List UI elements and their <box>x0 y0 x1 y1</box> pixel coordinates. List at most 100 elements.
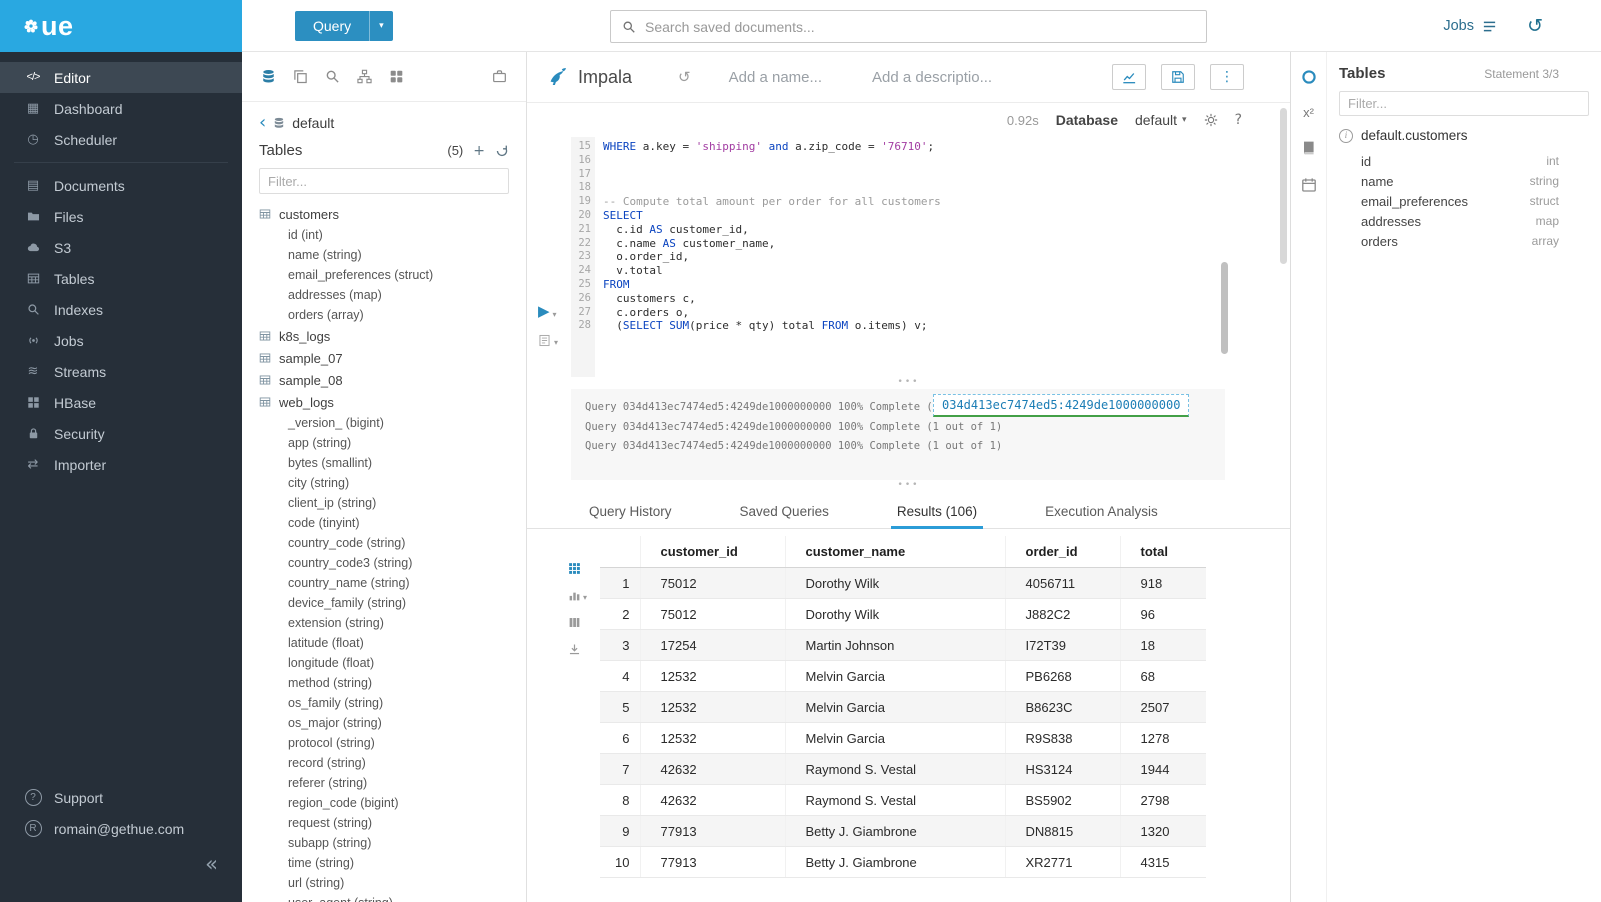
sidebar-item-importer[interactable]: ⇄Importer <box>0 449 242 480</box>
assist-column[interactable]: orders (array) <box>259 305 509 325</box>
documents-source-icon[interactable] <box>293 69 308 84</box>
sidebar-item-support[interactable]: ? Support <box>0 782 242 813</box>
query-description-input[interactable]: Add a descriptio... <box>872 69 992 86</box>
column-header-order-id[interactable]: order_id <box>1005 536 1120 568</box>
sidebar-item-scheduler[interactable]: ◷Scheduler <box>0 124 242 155</box>
assist-table-sample-08[interactable]: sample_08 <box>259 369 509 391</box>
gear-icon[interactable] <box>1204 113 1218 127</box>
assist-column[interactable]: code (tinyint) <box>259 513 509 533</box>
sidebar-item-files[interactable]: Files <box>0 201 242 232</box>
editor-display-options[interactable]: ▾ <box>538 334 558 347</box>
collapse-sidebar-icon[interactable]: « <box>205 854 218 880</box>
assist-column[interactable]: name (string) <box>259 245 509 265</box>
column-addresses[interactable]: addressesmap <box>1361 211 1559 231</box>
briefcase-icon[interactable] <box>492 69 507 84</box>
assist-column[interactable]: app (string) <box>259 433 509 453</box>
assist-table-customers[interactable]: customers <box>259 203 509 225</box>
assist-column[interactable]: country_code3 (string) <box>259 553 509 573</box>
sidebar-item-security[interactable]: Security <box>0 418 242 449</box>
right-assist-filter-input[interactable] <box>1339 91 1589 116</box>
sidebar-item-documents[interactable]: ▤Documents <box>0 170 242 201</box>
tab-saved-queries[interactable]: Saved Queries <box>734 496 835 529</box>
assist-column[interactable]: os_major (string) <box>259 713 509 733</box>
result-row[interactable]: 1077913Betty J. GiambroneXR27714315 <box>600 847 1206 878</box>
editor-scrollbar[interactable] <box>1221 262 1228 354</box>
chart-button[interactable] <box>1112 64 1146 90</box>
grid-view-button[interactable] <box>568 562 587 575</box>
assist-column[interactable]: user_agent (string) <box>259 893 509 902</box>
current-database[interactable]: default <box>292 115 334 131</box>
column-header-customer-name[interactable]: customer_name <box>785 536 1005 568</box>
column-header-customer-id[interactable]: customer_id <box>640 536 785 568</box>
column-email-preferences[interactable]: email_preferencesstruct <box>1361 191 1559 211</box>
hue-logo[interactable]: ue <box>0 0 242 52</box>
assist-table-web-logs[interactable]: web_logs <box>259 391 509 413</box>
global-search[interactable] <box>610 10 1207 43</box>
assist-column[interactable]: email_preferences (struct) <box>259 265 509 285</box>
resize-handle[interactable]: ••• <box>527 377 1290 387</box>
assist-column[interactable]: request (string) <box>259 813 509 833</box>
sql-editor[interactable]: 1516171819202122232425262728 WHERE a.key… <box>571 137 1290 377</box>
assist-column[interactable]: referer (string) <box>259 773 509 793</box>
assist-column[interactable]: region_code (bigint) <box>259 793 509 813</box>
assist-column[interactable]: latitude (float) <box>259 633 509 653</box>
column-header-rownum[interactable] <box>600 536 640 568</box>
chevron-down-icon[interactable]: ▾ <box>369 11 393 41</box>
result-row[interactable]: 412532Melvin GarciaPB626868 <box>600 661 1206 692</box>
search-input[interactable] <box>645 19 1195 35</box>
download-button[interactable] <box>568 643 587 656</box>
assist-column[interactable]: url (string) <box>259 873 509 893</box>
plus-icon[interactable]: + <box>473 144 485 158</box>
assist-column[interactable]: extension (string) <box>259 613 509 633</box>
result-row[interactable]: 612532Melvin GarciaR9S8381278 <box>600 723 1206 754</box>
sidebar-item-editor[interactable]: </>Editor <box>0 62 242 93</box>
assist-column[interactable]: device_family (string) <box>259 593 509 613</box>
help-icon[interactable]: ? <box>1235 113 1242 127</box>
tab-execution-analysis[interactable]: Execution Analysis <box>1039 496 1164 529</box>
assist-column[interactable]: city (string) <box>259 473 509 493</box>
assist-column[interactable]: client_ip (string) <box>259 493 509 513</box>
assist-column[interactable]: longitude (float) <box>259 653 509 673</box>
assist-table-sample-07[interactable]: sample_07 <box>259 347 509 369</box>
new-query-button[interactable]: Query ▾ <box>295 11 393 41</box>
sidebar-item-hbase[interactable]: HBase <box>0 387 242 418</box>
sidebar-item-tables[interactable]: Tables <box>0 263 242 294</box>
result-row[interactable]: 317254Martin JohnsonI72T3918 <box>600 630 1206 661</box>
assist-column[interactable]: protocol (string) <box>259 733 509 753</box>
history-icon[interactable]: ↺ <box>1527 0 1543 52</box>
result-row[interactable]: 175012Dorothy Wilk4056711918 <box>600 568 1206 599</box>
search-source-icon[interactable] <box>325 69 340 84</box>
panel-scrollbar[interactable] <box>1280 108 1287 264</box>
assist-filter-input[interactable] <box>259 168 509 194</box>
sitemap-source-icon[interactable] <box>357 69 372 84</box>
column-name[interactable]: namestring <box>1361 171 1559 191</box>
functions-icon[interactable]: x² <box>1303 106 1314 119</box>
sidebar-item-indexes[interactable]: Indexes <box>0 294 242 325</box>
result-row[interactable]: 742632Raymond S. VestalHS31241944 <box>600 754 1206 785</box>
database-select[interactable]: default ▾ <box>1135 112 1187 128</box>
assist-column[interactable]: id (int) <box>259 225 509 245</box>
column-id[interactable]: idint <box>1361 151 1559 171</box>
assist-column[interactable]: method (string) <box>259 673 509 693</box>
chart-view-button[interactable]: ▾ <box>568 589 587 602</box>
refresh-icon[interactable] <box>495 144 509 158</box>
sidebar-user[interactable]: R romain@gethue.com <box>0 813 242 844</box>
more-actions-button[interactable]: ⋮ <box>1210 64 1244 90</box>
query-id-overlay[interactable]: 034d413ec7474ed5:4249de1000000000 <box>933 394 1189 417</box>
assist-column[interactable]: addresses (map) <box>259 285 509 305</box>
save-button[interactable] <box>1161 64 1195 90</box>
assist-column[interactable]: bytes (smallint) <box>259 453 509 473</box>
assist-column[interactable]: country_name (string) <box>259 573 509 593</box>
column-header-total[interactable]: total <box>1120 536 1206 568</box>
database-source-icon[interactable] <box>261 69 276 84</box>
assist-table-k8s-logs[interactable]: k8s_logs <box>259 325 509 347</box>
assist-column[interactable]: subapp (string) <box>259 833 509 853</box>
active-table[interactable]: i default.customers <box>1339 128 1589 143</box>
sidebar-item-dashboard[interactable]: ▦Dashboard <box>0 93 242 124</box>
sidebar-item-jobs[interactable]: Jobs <box>0 325 242 356</box>
assist-column[interactable]: country_code (string) <box>259 533 509 553</box>
result-row[interactable]: 842632Raymond S. VestalBS59022798 <box>600 785 1206 816</box>
query-history-icon[interactable]: ↺ <box>678 70 691 85</box>
result-row[interactable]: 275012Dorothy WilkJ882C296 <box>600 599 1206 630</box>
assist-column[interactable]: time (string) <box>259 853 509 873</box>
